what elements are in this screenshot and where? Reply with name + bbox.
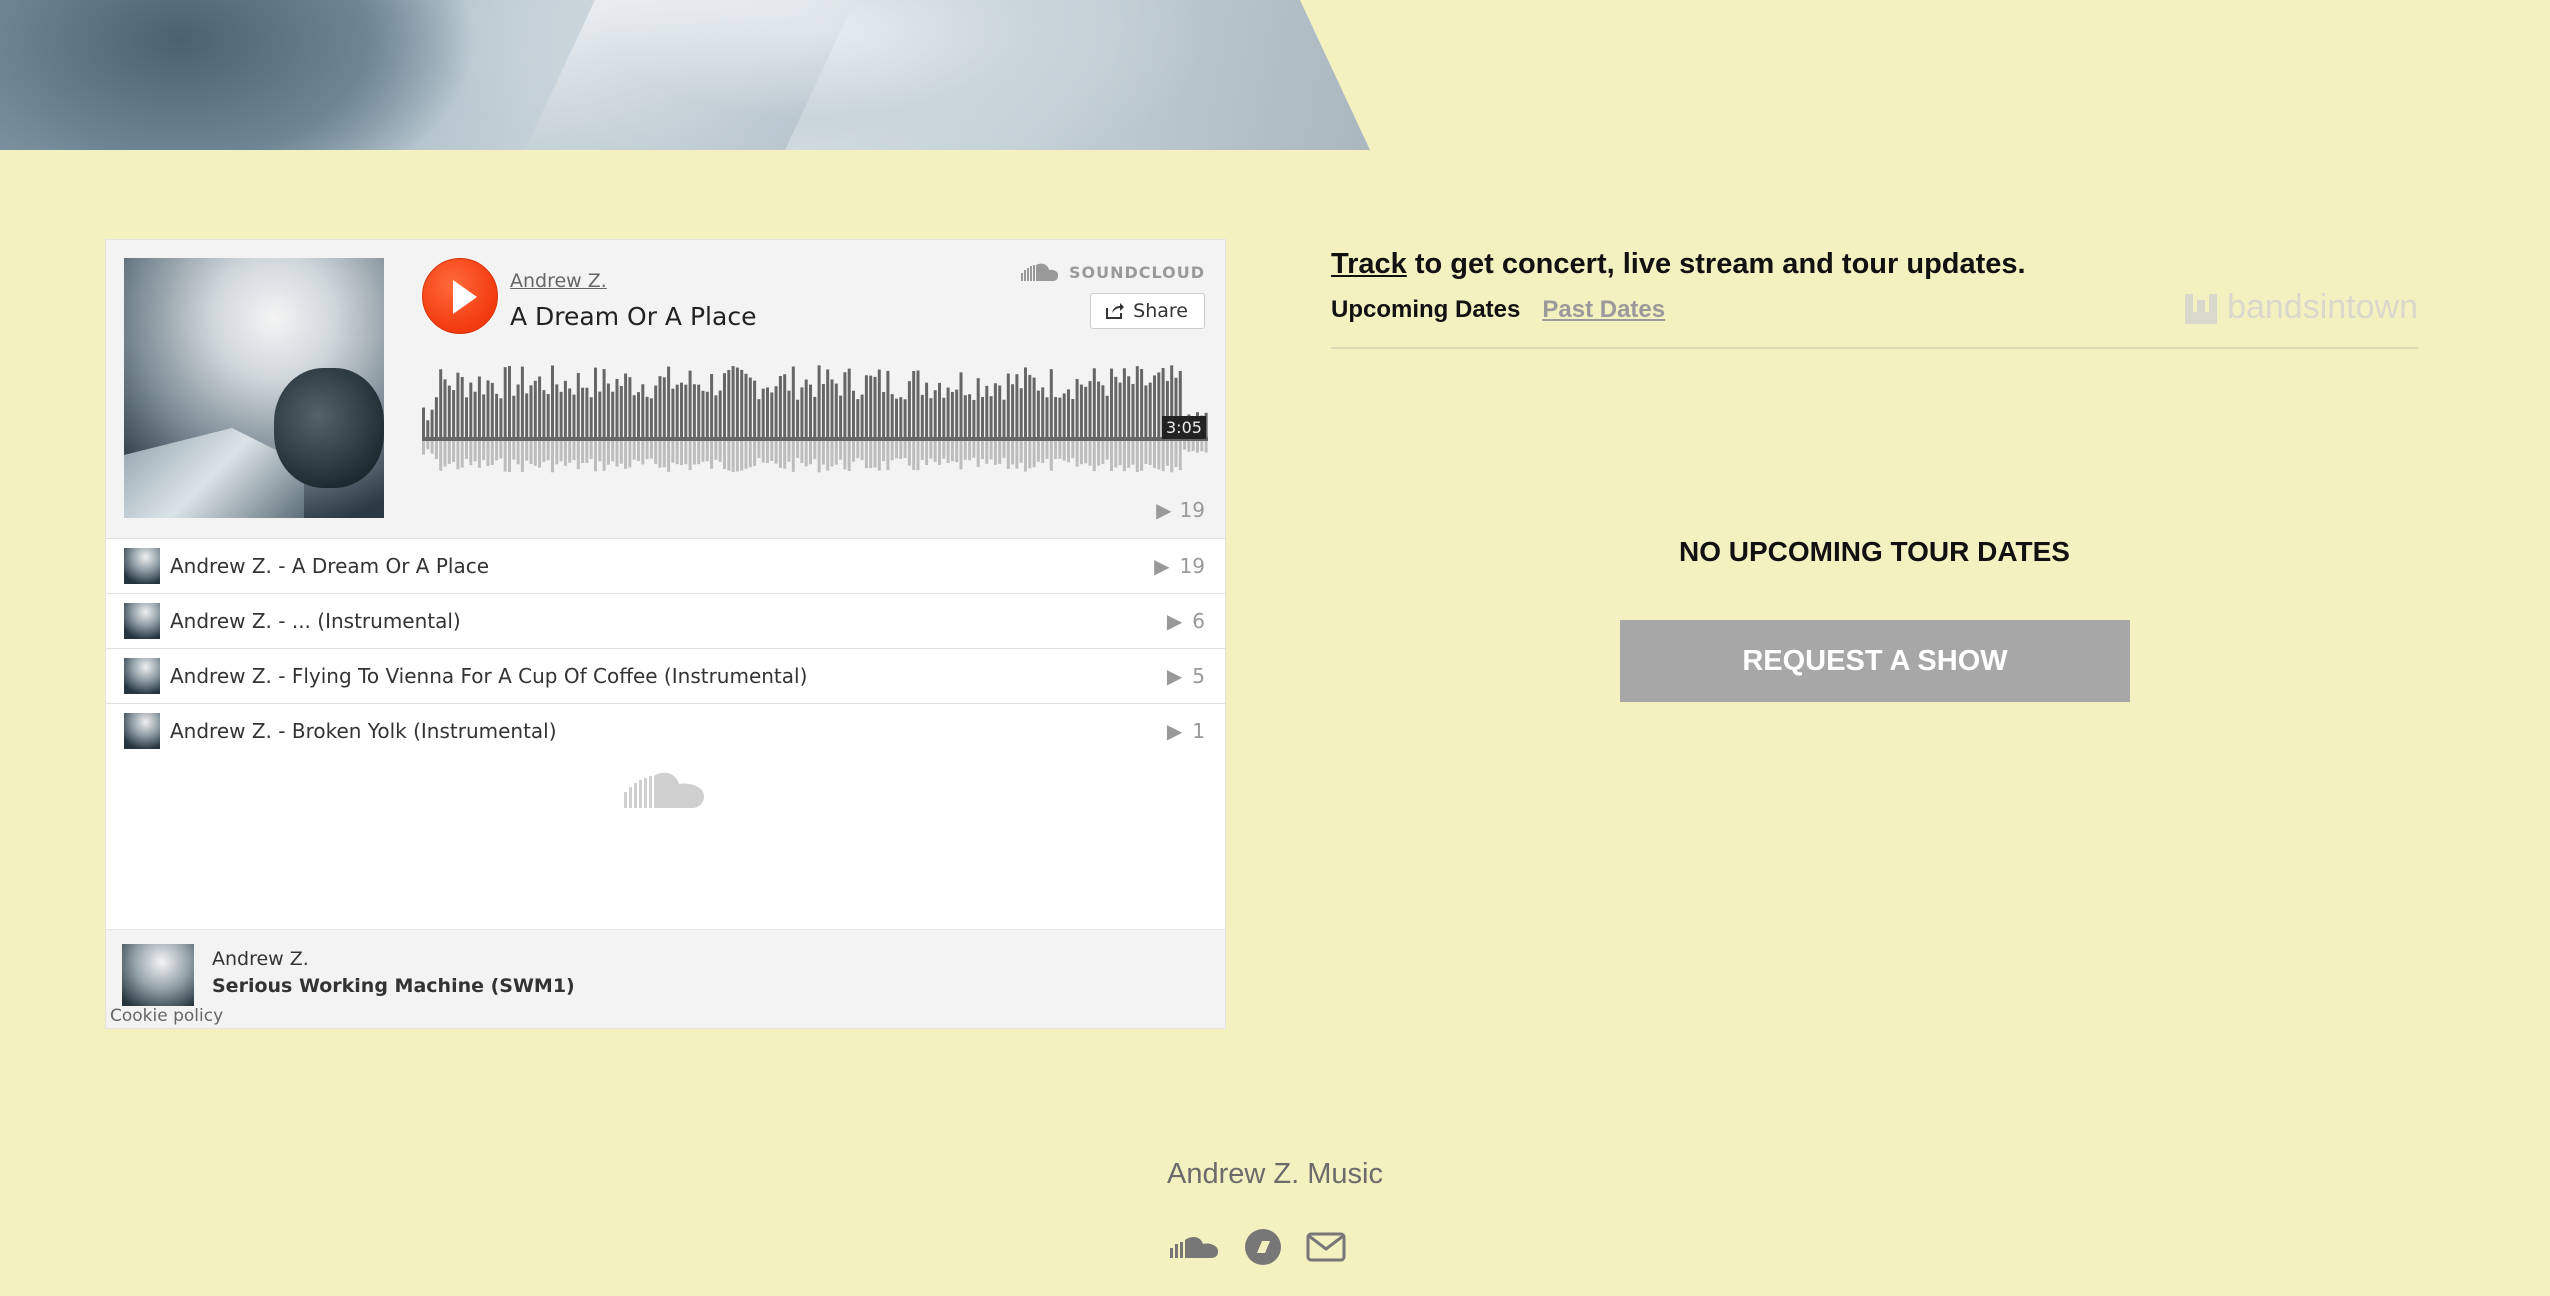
tab-upcoming-dates[interactable]: Upcoming Dates (1331, 296, 1520, 324)
hero-photo (0, 0, 1370, 150)
track-name: Andrew Z. - ... (Instrumental) (170, 609, 461, 633)
bandcamp-icon[interactable] (1244, 1228, 1282, 1271)
track-title[interactable]: A Dream Or A Place (510, 302, 756, 331)
waveform[interactable] (422, 360, 1208, 475)
track-plays-value: 6 (1192, 609, 1205, 633)
soundcloud-player: Andrew Z. A Dream Or A Place SOUNDCLOUD … (105, 239, 1226, 1029)
track-row[interactable]: Andrew Z. - Broken Yolk (Instrumental) ▶… (106, 703, 1225, 758)
play-icon: ▶ (1166, 609, 1183, 633)
track-plays: ▶ 1 (1167, 719, 1205, 743)
play-count-value: 19 (1179, 498, 1205, 522)
track-thumbnail (124, 548, 160, 584)
footer-set-title[interactable]: Serious Working Machine (SWM1) (212, 975, 575, 997)
track-plays-value: 1 (1192, 719, 1205, 743)
track-prompt-text: to get concert, live stream and tour upd… (1406, 248, 2026, 280)
play-button[interactable] (422, 258, 498, 334)
play-icon: ▶ (1166, 664, 1183, 688)
track-link[interactable]: Track (1331, 248, 1407, 280)
track-plays: ▶ 5 (1167, 664, 1205, 688)
track-plays-value: 5 (1192, 664, 1205, 688)
track-row[interactable]: Andrew Z. - ... (Instrumental) ▶ 6 (106, 593, 1225, 648)
divider (1331, 347, 2418, 349)
bandsintown-icon (2185, 293, 2218, 324)
soundcloud-icon (1020, 263, 1059, 281)
track-artwork[interactable] (124, 258, 384, 518)
site-name: Andrew Z. Music (1167, 1158, 1383, 1190)
track-thumbnail (124, 713, 160, 749)
soundcloud-logo[interactable]: SOUNDCLOUD (1020, 262, 1205, 282)
cookie-policy-link[interactable]: Cookie policy (106, 1006, 228, 1028)
track-prompt: Track to get concert, live stream and to… (1331, 248, 2418, 281)
bandsintown-logo[interactable]: bandsintown (2183, 288, 2418, 327)
site-footer: Andrew Z. Music (0, 1158, 2550, 1265)
share-label: Share (1133, 300, 1188, 322)
track-plays: ▶ 19 (1154, 554, 1205, 578)
share-button[interactable]: Share (1090, 293, 1205, 329)
player-header: Andrew Z. A Dream Or A Place SOUNDCLOUD … (106, 240, 1225, 538)
play-icon: ▶ (1154, 554, 1170, 578)
dates-tabs: Upcoming Dates Past Dates (1331, 296, 1665, 324)
footer-artist[interactable]: Andrew Z. (212, 948, 309, 970)
soundcloud-brand-text: SOUNDCLOUD (1068, 262, 1205, 282)
soundcloud-loader-icon (624, 772, 704, 808)
track-name: Andrew Z. - Flying To Vienna For A Cup O… (170, 664, 808, 688)
share-icon (1106, 303, 1125, 319)
bandsintown-widget: Track to get concert, live stream and to… (1331, 240, 2418, 702)
soundcloud-icon[interactable] (1170, 1234, 1220, 1265)
track-row[interactable]: Andrew Z. - A Dream Or A Place ▶ 19 (106, 538, 1225, 593)
tab-past-dates[interactable]: Past Dates (1542, 296, 1665, 324)
track-name: Andrew Z. - A Dream Or A Place (170, 554, 490, 578)
track-plays-value: 19 (1179, 554, 1205, 578)
bandsintown-logo-text: bandsintown (2227, 288, 2418, 326)
email-icon[interactable] (1306, 1232, 1346, 1267)
play-icon: ▶ (1166, 719, 1183, 743)
social-links (1170, 1228, 1346, 1271)
track-thumbnail (124, 658, 160, 694)
play-count-icon: ▶ (1156, 498, 1172, 522)
request-show-button[interactable]: REQUEST A SHOW (1620, 620, 2130, 702)
no-tour-dates-message: NO UPCOMING TOUR DATES (1679, 536, 2070, 567)
play-count: ▶ 19 (1156, 498, 1205, 522)
track-plays: ▶ 6 (1167, 609, 1205, 633)
player-footer: Andrew Z. Serious Working Machine (SWM1)… (106, 929, 1225, 1028)
track-duration: 3:05 (1162, 416, 1206, 439)
tracklist: Andrew Z. - A Dream Or A Place ▶ 19 Andre… (106, 538, 1225, 758)
track-name: Andrew Z. - Broken Yolk (Instrumental) (170, 719, 557, 743)
track-thumbnail (124, 603, 160, 639)
artist-link[interactable]: Andrew Z. (510, 270, 607, 292)
track-row[interactable]: Andrew Z. - Flying To Vienna For A Cup O… (106, 648, 1225, 703)
